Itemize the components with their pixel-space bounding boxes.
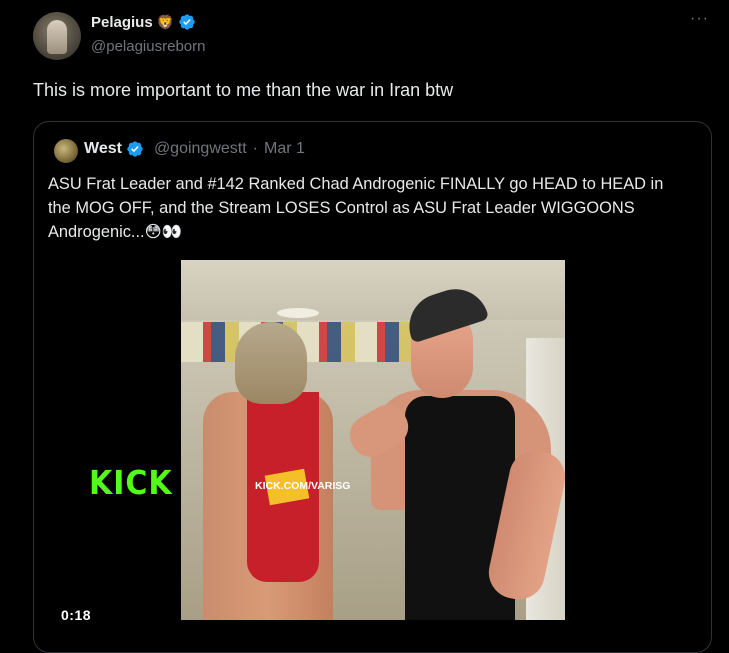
author-avatar[interactable] [33, 12, 81, 60]
kick-logo-watermark: KICK [89, 464, 173, 503]
quoted-tweet-date[interactable]: Mar 1 [264, 140, 305, 158]
more-options-icon[interactable]: ··· [690, 10, 709, 28]
lion-emoji-icon: 🦁 [156, 14, 175, 30]
author-display-name[interactable]: Pelagius [91, 14, 153, 31]
video-player[interactable] [181, 260, 565, 620]
video-person-right [342, 280, 565, 620]
meta-separator: · [252, 140, 258, 157]
verified-badge-icon [127, 141, 143, 157]
quoted-author-name[interactable]: West [84, 140, 122, 158]
author-handle[interactable]: @pelagiusreborn [91, 38, 205, 55]
quoted-author-row: West @goingwestt · Mar 1 [84, 140, 305, 158]
verified-badge-icon [179, 14, 195, 30]
quoted-tweet-text: ASU Frat Leader and #142 Ranked Chad And… [48, 175, 664, 241]
author-name-row: Pelagius 🦁 [91, 13, 196, 31]
video-duration: 0:18 [61, 607, 92, 623]
kick-url-watermark: KICK.COM/VARISG [255, 480, 351, 492]
video-person-left [195, 322, 335, 620]
quoted-author-handle[interactable]: @goingwestt [154, 140, 247, 158]
avatar-figure [47, 20, 67, 54]
quoted-tweet-card[interactable]: West @goingwestt · Mar 1 ASU Frat Leader… [33, 121, 712, 653]
quoted-author-avatar[interactable] [54, 139, 78, 163]
video-scene-light [277, 308, 319, 318]
tweet-text: This is more important to me than the wa… [33, 80, 454, 100]
